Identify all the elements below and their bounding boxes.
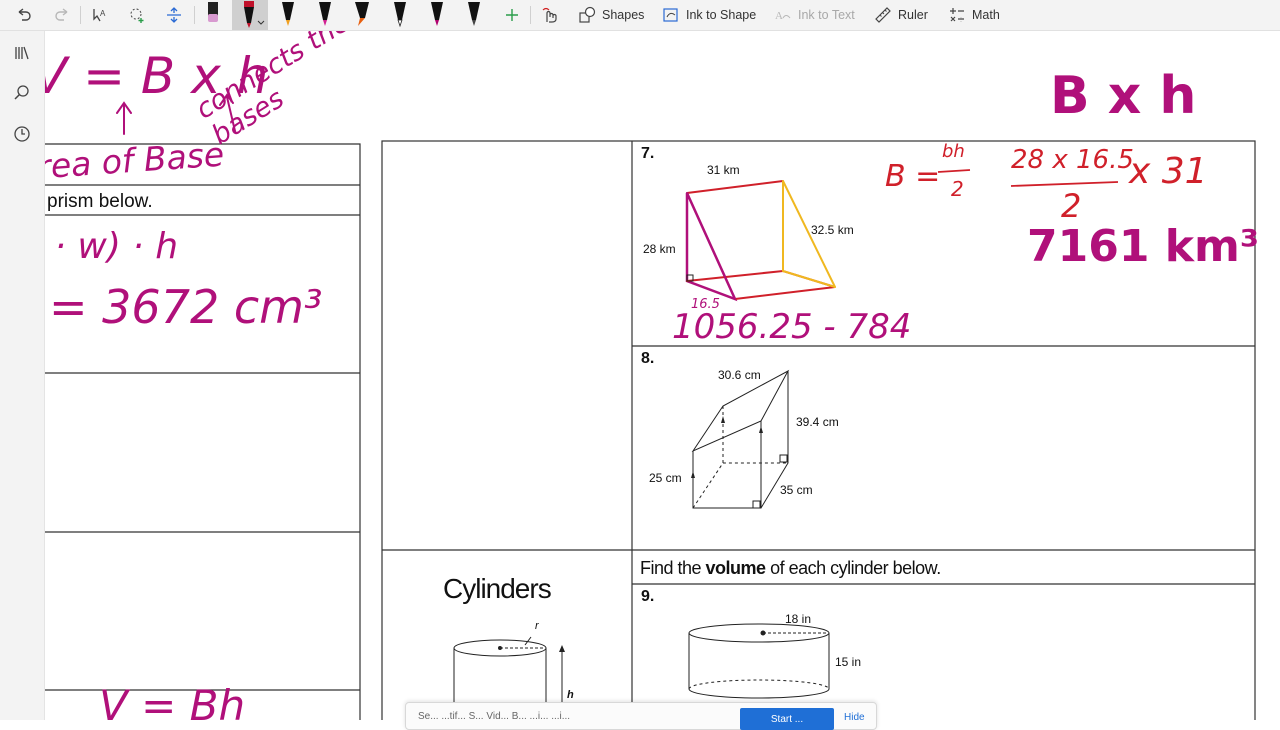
ink-to-shape-label: Ink to Shape	[686, 8, 757, 22]
lasso-select-icon[interactable]	[125, 0, 149, 30]
ink-bh-denominator: 2	[951, 177, 964, 201]
ink-fraction-denominator: 2	[1061, 187, 1082, 225]
navigation-rail	[0, 31, 45, 720]
ruler-button[interactable]: Ruler	[874, 0, 928, 30]
orange-pen-icon[interactable]	[276, 0, 300, 30]
recent-notes-icon[interactable]	[10, 122, 34, 146]
black-pen-icon[interactable]	[462, 0, 486, 30]
ink-bh-numerator: bh	[942, 141, 965, 162]
p8-right-label: 39.4 cm	[796, 415, 839, 429]
cylinder-r-label: r	[535, 620, 539, 632]
red-pen-icon[interactable]	[232, 0, 268, 30]
p8-bottom-label: 35 cm	[780, 483, 813, 497]
cylinder-instruction: Find the volume of each cylinder below.	[640, 558, 941, 578]
toolbar-divider	[530, 6, 531, 24]
ink-area-subtraction: 1056.25 - 784	[672, 307, 912, 347]
touch-draw-icon[interactable]	[538, 0, 562, 30]
undo-icon[interactable]	[12, 0, 36, 30]
toolbar-divider	[80, 6, 81, 24]
purple-pen-icon[interactable]	[425, 0, 449, 30]
ink-toolbar: A Shapes Ink to Shape A Ink to Text Rule…	[0, 0, 1280, 31]
ink-times-31: x 31	[1129, 151, 1208, 192]
ink-v-bh: V = Bh	[99, 681, 246, 720]
redo-icon[interactable]	[50, 0, 74, 30]
search-icon[interactable]	[10, 81, 34, 105]
shapes-button[interactable]: Shapes	[578, 0, 644, 30]
magenta-pen-icon[interactable]	[313, 0, 337, 30]
add-pen-icon[interactable]	[500, 0, 524, 30]
cylinders-title: Cylinders	[443, 573, 552, 604]
ink-label-16-5: 16.5	[691, 297, 720, 312]
ink-answer-cm3: = 3672 cm³	[49, 280, 323, 334]
start-button[interactable]: Start ...	[740, 708, 834, 730]
svg-text:A: A	[100, 9, 106, 18]
note-canvas[interactable]: prism below. 7. 31 km 28 km 32.5 km 8. 3…	[45, 31, 1280, 720]
p7-top-label: 31 km	[707, 163, 740, 177]
problem-9-number: 9.	[641, 588, 655, 605]
math-button[interactable]: Math	[948, 0, 1000, 30]
orange-marker-icon[interactable]	[350, 0, 376, 30]
problem-8-number: 8.	[641, 350, 655, 367]
ink-b-equals: B =	[885, 159, 941, 194]
notebooks-icon[interactable]	[10, 41, 34, 65]
select-text-icon[interactable]: A	[88, 0, 112, 30]
p7-right-label: 32.5 km	[811, 223, 854, 237]
ink-to-text-label: Ink to Text	[798, 8, 855, 22]
ink-to-shape-button[interactable]: Ink to Shape	[662, 0, 756, 30]
ink-b-times-h: B x h	[1050, 66, 1197, 126]
ruler-label: Ruler	[898, 8, 928, 22]
notification-banner: Se... ...tif... S... Vid... B... ...i...…	[405, 702, 877, 730]
notification-text: Se... ...tif... S... Vid... B... ...i...…	[418, 711, 571, 722]
ink-answer-km3: 7161 km³	[1027, 221, 1260, 272]
shapes-label: Shapes	[602, 8, 645, 22]
p7-left-label: 28 km	[643, 242, 676, 256]
highlighter-pen-icon[interactable]	[200, 0, 226, 30]
math-label: Math	[972, 8, 1000, 22]
svg-text:A: A	[775, 10, 783, 22]
ink-fraction-numerator: 28 x 16.5	[1011, 145, 1134, 175]
ink-lwh-formula: (l · w) · h	[45, 226, 179, 267]
p8-top-label: 30.6 cm	[718, 368, 761, 382]
hide-link[interactable]: Hide	[844, 712, 865, 723]
prism-fragment: prism below.	[47, 191, 153, 212]
p9-top-label: 18 in	[785, 612, 812, 626]
ink-to-text-button: A Ink to Text	[774, 0, 855, 30]
problem-7-number: 7.	[641, 145, 655, 162]
pencil-pen-icon[interactable]	[388, 0, 412, 30]
toolbar-divider	[194, 6, 195, 24]
p9-right-label: 15 in	[835, 655, 862, 669]
p8-left-label: 25 cm	[649, 471, 682, 485]
cylinder-h-label: h	[567, 689, 574, 701]
add-space-icon[interactable]	[162, 0, 186, 30]
